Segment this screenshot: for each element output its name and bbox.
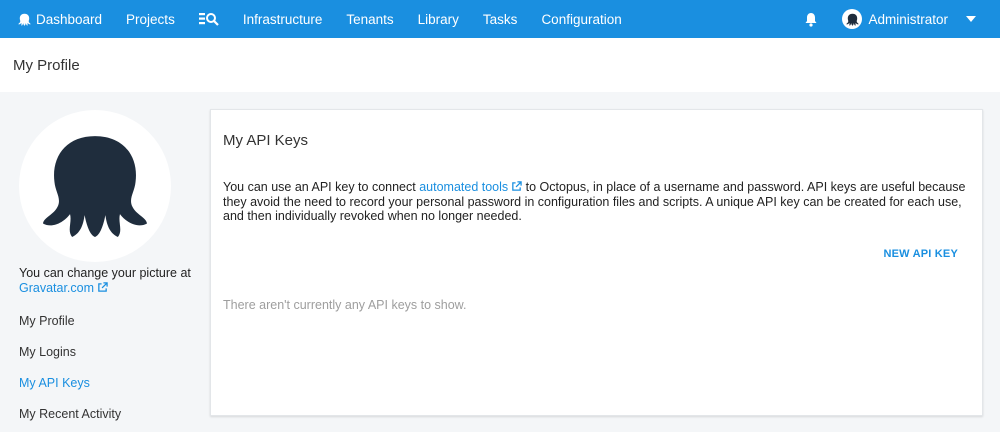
nav-tasks-label: Tasks — [482, 11, 518, 27]
empty-state-message: There aren't currently any API keys to s… — [223, 298, 467, 312]
external-link-icon — [511, 181, 522, 195]
nav-tasks[interactable]: Tasks — [471, 0, 530, 38]
user-menu[interactable]: Administrator — [834, 0, 958, 38]
nav-dashboard[interactable]: Dashboard — [0, 0, 114, 38]
automated-tools-link[interactable]: automated tools — [419, 180, 522, 194]
nav-tenants[interactable]: Tenants — [334, 0, 405, 38]
octopus-icon — [18, 13, 31, 26]
sidebar-item-my-api-keys[interactable]: My API Keys — [19, 372, 121, 403]
octopus-avatar-icon — [43, 136, 147, 237]
api-keys-description: You can use an API key to connect automa… — [223, 180, 975, 223]
nav-configuration[interactable]: Configuration — [529, 0, 633, 38]
nav-library-label: Library — [417, 11, 459, 27]
description-text-start: You can use an API key to connect — [223, 180, 420, 194]
notifications-button[interactable] — [788, 0, 834, 38]
external-link-icon — [97, 282, 108, 297]
sidebar-item-my-profile[interactable]: My Profile — [19, 310, 121, 341]
nav-projects[interactable]: Projects — [114, 0, 187, 38]
gravatar-link[interactable]: Gravatar.com — [19, 281, 108, 295]
profile-sidebar: You can change your picture at Gravatar.… — [0, 92, 200, 432]
nav-projects-label: Projects — [126, 11, 175, 27]
nav-library[interactable]: Library — [406, 0, 471, 38]
change-picture-text: You can change your picture at Gravatar.… — [19, 266, 199, 297]
search-list-icon — [198, 12, 219, 26]
nav-infrastructure-label: Infrastructure — [242, 11, 323, 27]
nav-configuration-label: Configuration — [541, 11, 622, 27]
user-menu-toggle[interactable] — [958, 0, 1000, 38]
user-avatar-icon — [842, 9, 863, 29]
new-api-key-button[interactable]: NEW API KEY — [883, 248, 958, 260]
nav-dashboard-label: Dashboard — [36, 11, 103, 27]
gravatar-link-label: Gravatar.com — [19, 281, 95, 295]
bell-icon — [804, 12, 818, 27]
change-picture-label: You can change your picture at — [19, 266, 191, 280]
api-keys-card: My API Keys You can use an API key to co… — [210, 109, 983, 416]
nav-infrastructure[interactable]: Infrastructure — [231, 0, 335, 38]
page-header: My Profile — [0, 38, 1000, 92]
automated-tools-label: automated tools — [419, 180, 509, 194]
profile-picture — [19, 110, 171, 262]
profile-nav: My Profile My Logins My API Keys My Rece… — [19, 310, 121, 432]
sidebar-item-my-logins[interactable]: My Logins — [19, 341, 121, 372]
card-title: My API Keys — [223, 132, 309, 149]
sidebar-item-my-recent-activity[interactable]: My Recent Activity — [19, 403, 121, 432]
user-name-label: Administrator — [868, 11, 948, 27]
top-nav-bar: Dashboard Projects Infrastructure Tenant… — [0, 0, 1000, 38]
nav-search[interactable] — [187, 0, 231, 38]
page-title: My Profile — [13, 56, 80, 74]
caret-down-icon — [966, 16, 976, 22]
nav-tenants-label: Tenants — [346, 11, 394, 27]
